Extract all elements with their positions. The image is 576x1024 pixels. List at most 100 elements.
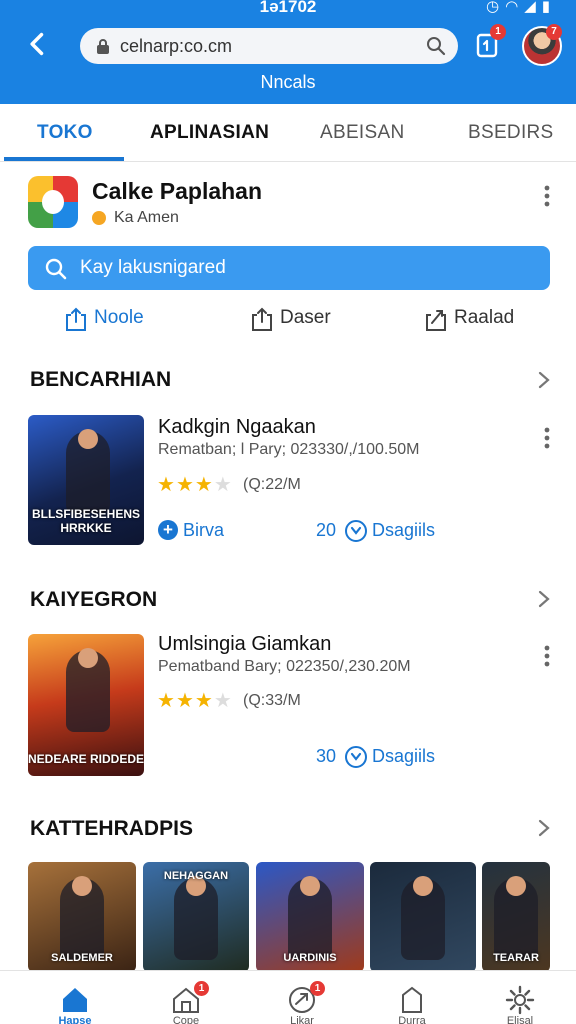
section-title: KAIYEGRON [30,588,158,611]
game-meta: Rematban; l Pary; 023330/,/100.50M [158,441,420,458]
carousel-game-card[interactable]: NEHAGGAN [143,862,249,972]
nav-library[interactable]: Durra [382,981,442,1024]
gear-icon [505,985,535,1015]
section-title: BENCARHIAN [30,368,172,391]
app-logo-icon[interactable] [28,176,78,228]
chevron-right-icon[interactable] [536,370,552,390]
action-label: Noole [94,307,144,328]
tab-aplinasian[interactable]: APLINASIAN [150,122,269,144]
thumbnail-caption: UARDINIS [283,952,337,964]
back-arrow-icon[interactable] [24,30,52,58]
carousel-game-card[interactable]: TEARAR [482,862,550,972]
share-icon [66,307,86,331]
action-label: Raalad [454,307,515,328]
rating-stars: ★★★★ [157,688,233,713]
thumbnail-caption: TEARAR [493,952,539,964]
tabs-count-badge: 1 [490,24,506,40]
star-icon: ★ [194,474,214,496]
downloads-label: Dsagiils [372,520,436,540]
address-bar[interactable]: celnarp:co.cm [80,28,458,64]
game-title[interactable]: Kadkgin Ngaakan [158,416,316,439]
nav-store[interactable]: 1 Cope [156,981,216,1024]
url-text: celnarp:co.cm [120,36,233,56]
thumbnail-caption: SALDEMER [51,952,113,964]
more-options-icon[interactable] [538,184,556,208]
status-icons: ◷◠◢▮ [486,0,556,15]
star-icon: ★ [175,474,195,496]
page-subtitle: Nncals [260,72,316,92]
tab-bsedirs[interactable]: BSEDIRS [468,122,554,144]
install-label: Birva [183,520,225,540]
downloads-button[interactable]: 30 Dsagiils [316,745,446,769]
game-thumbnail[interactable]: NEDEARE RIDDEDE [28,634,144,776]
game-title[interactable]: Umlsingia Giamkan [158,633,331,656]
nav-badge: 1 [194,981,209,996]
notification-badge: 7 [546,24,562,40]
nav-label: Elisal [506,1015,534,1024]
chevron-right-icon[interactable] [536,818,552,838]
active-tab-indicator [4,157,124,161]
star-icon: ★ [175,690,195,712]
status-bar: 1ə1702 ◷◠◢▮ [0,0,576,18]
star-icon: ★ [194,690,214,712]
bottom-navigation: Hapse 1 Cope 1 Likar Durra Elisal [0,970,576,1024]
nav-updates[interactable]: 1 Likar [272,981,332,1024]
search-icon [45,258,67,280]
wifi-icon: ◠ [505,0,525,15]
nav-label: Durra [398,1015,426,1024]
star-empty-icon: ★ [213,690,233,712]
action-label: Daser [280,307,331,328]
downloads-count: 20 [316,520,337,540]
home-icon [63,988,87,1012]
game-meta: Pematband Bary; 022350/,230.20M [158,658,411,675]
search-input[interactable]: Kay lakusnigared [28,246,550,290]
thumbnail-caption: NEHAGGAN [163,870,229,882]
category-tabs: TOKO APLINASIAN ABEISAN BSEDIRS [0,104,576,162]
star-icon: ★ [157,690,176,712]
rating-stars: ★★★★ [157,472,233,497]
thumbnail-caption: NEDEARE RIDDEDE [28,752,144,766]
thumbnail-caption: BLLSFIBESEHENS HRRKKE [31,507,140,535]
game-art [60,876,104,960]
upload-icon [426,310,446,331]
game-art [66,429,110,513]
game-thumbnail[interactable]: BLLSFIBESEHENS HRRKKE [28,415,144,545]
chevron-right-icon[interactable] [536,589,552,609]
downloads-button[interactable]: 20 Dsagiils [316,519,446,543]
app-developer[interactable]: Ka Amen [114,209,179,227]
carousel-game-card[interactable]: SALDEMER [28,862,136,972]
download-icon [345,746,367,768]
nav-label: Cope [172,1015,200,1024]
share-icon [252,307,272,331]
bookmark-icon [402,986,422,1013]
search-placeholder: Kay lakusnigared [80,257,226,278]
signal-icon: ◢ [524,0,542,15]
star-empty-icon: ★ [213,474,233,496]
carousel-game-card[interactable]: UARDINIS [256,862,364,972]
tab-abeisan[interactable]: ABEISAN [320,122,404,144]
nav-settings[interactable]: Elisal [490,981,550,1024]
game-art [66,648,110,732]
game-art [401,876,445,960]
game-art [494,876,538,960]
download-icon [345,520,367,542]
downloads-count: 30 [316,746,337,766]
star-icon: ★ [157,474,176,496]
search-icon[interactable] [426,36,446,56]
nav-badge: 1 [310,981,325,996]
install-button[interactable]: + Birva [158,519,238,543]
rating-text: (Q:22/M [243,476,301,493]
section-title: KATTEHRADPIS [30,817,193,840]
more-options-icon[interactable] [538,644,556,668]
developer-badge-icon [92,211,106,225]
nav-home[interactable]: Hapse [45,981,105,1024]
plus-icon: + [158,520,178,540]
tab-toko[interactable]: TOKO [37,122,93,144]
rating-text: (Q:33/M [243,692,301,709]
game-art [174,876,218,960]
downloads-label: Dsagiils [372,746,436,766]
carousel-game-card[interactable] [370,862,476,972]
clock-icon: ◷ [486,0,506,15]
more-options-icon[interactable] [538,426,556,450]
lock-icon [97,39,109,54]
